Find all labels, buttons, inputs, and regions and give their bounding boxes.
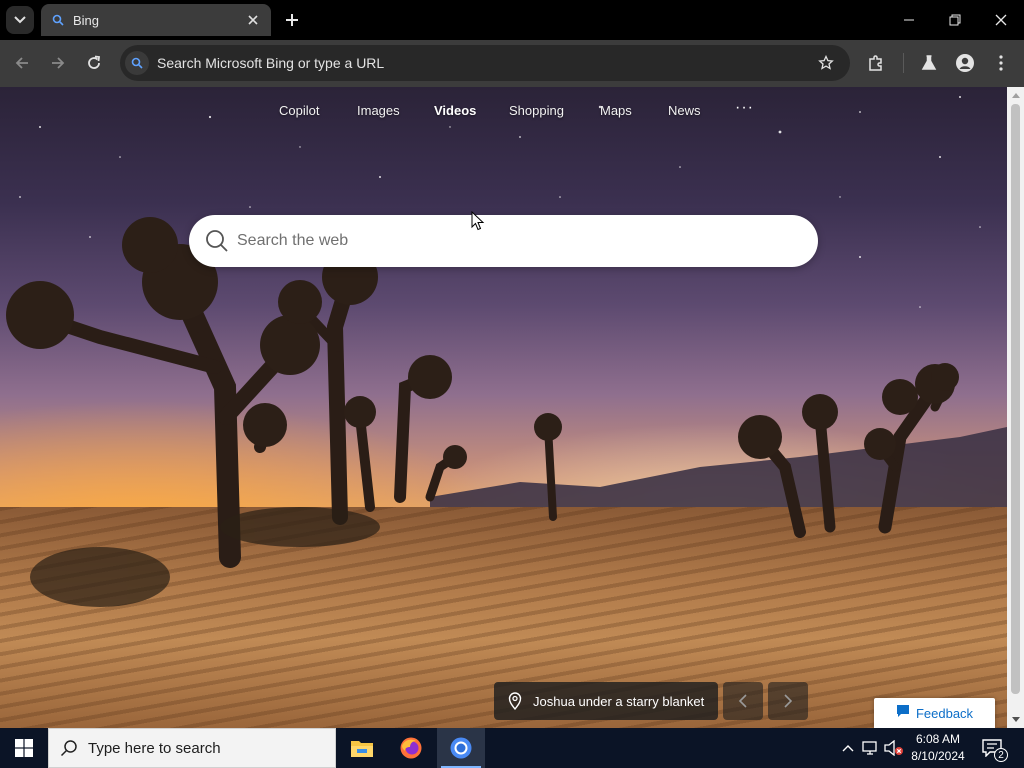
scrollbar-thumb[interactable] (1011, 104, 1020, 694)
forward-button[interactable] (44, 49, 72, 77)
clock-time: 6:08 AM (915, 732, 961, 746)
firefox-icon[interactable] (387, 728, 435, 768)
address-bar[interactable]: Search Microsoft Bing or type a URL (120, 45, 850, 81)
file-explorer-icon[interactable] (338, 728, 386, 768)
joshua-trees (6, 217, 959, 607)
reload-button[interactable] (80, 49, 108, 77)
system-clock[interactable]: 6:08 AM 8/10/2024 (905, 731, 971, 765)
volume-muted-icon[interactable] (884, 738, 904, 758)
new-tab-button[interactable] (281, 9, 303, 31)
bing-homepage: Copilot Images Videos Shopping Maps News… (0, 87, 1007, 728)
notification-count-badge: 2 (994, 748, 1008, 762)
feedback-icon (896, 704, 910, 723)
browser-menu-icon[interactable] (988, 50, 1014, 76)
title-bar: Bing (0, 0, 1024, 40)
restore-button[interactable] (932, 0, 978, 40)
mouse-cursor-icon (471, 211, 485, 231)
image-caption[interactable]: Joshua under a starry blanket (494, 682, 718, 720)
clock-date: 8/10/2024 (911, 749, 965, 763)
bing-favicon-icon (51, 13, 65, 27)
close-tab-icon[interactable] (245, 12, 261, 28)
search-engine-icon (125, 51, 149, 75)
next-image-button[interactable] (768, 682, 808, 720)
nav-maps[interactable]: Maps (600, 103, 632, 118)
feedback-label: Feedback (915, 705, 974, 721)
location-pin-icon (506, 692, 524, 710)
browser-toolbar: Search Microsoft Bing or type a URL (0, 40, 1024, 87)
start-button[interactable] (0, 728, 48, 768)
more-options-icon[interactable]: ··· (735, 99, 754, 117)
nav-copilot[interactable]: Copilot (279, 103, 319, 118)
show-hidden-icons-chevron-icon[interactable] (838, 738, 858, 758)
tab-search-button[interactable] (6, 6, 34, 34)
nav-news[interactable]: News (668, 103, 701, 118)
network-icon[interactable] (861, 738, 881, 758)
scroll-down-arrow-icon[interactable] (1007, 711, 1024, 728)
profile-avatar-icon[interactable] (952, 50, 978, 76)
nav-shopping[interactable]: Shopping (509, 103, 564, 118)
labs-flask-icon[interactable] (916, 50, 942, 76)
chrome-icon[interactable] (437, 728, 485, 768)
taskbar-search-icon (59, 738, 79, 758)
close-window-button[interactable] (978, 0, 1024, 40)
scroll-up-arrow-icon[interactable] (1007, 87, 1024, 104)
back-button[interactable] (8, 49, 36, 77)
feedback-button[interactable]: Feedback (874, 698, 995, 728)
extensions-icon[interactable] (863, 50, 889, 76)
page-scrollbar[interactable] (1007, 87, 1024, 728)
bookmark-star-icon[interactable] (814, 51, 838, 75)
search-icon[interactable] (203, 227, 231, 255)
nav-videos[interactable]: Videos (434, 103, 476, 118)
nav-images[interactable]: Images (357, 103, 400, 118)
tab-title: Bing (73, 12, 100, 28)
browser-tab[interactable]: Bing (41, 4, 271, 36)
toolbar-separator (903, 53, 904, 73)
bing-nav-bar: Copilot Images Videos Shopping Maps News… (0, 99, 1007, 121)
taskbar-search-box[interactable]: Type here to search (48, 728, 336, 768)
minimize-button[interactable] (886, 0, 932, 40)
windows-taskbar: Type here to search 6:08 AM 8/10/2024 2 (0, 728, 1024, 768)
bing-search-box[interactable] (189, 215, 818, 267)
caption-text: Joshua under a starry blanket (533, 693, 705, 709)
previous-image-button[interactable] (723, 682, 763, 720)
address-bar-text: Search Microsoft Bing or type a URL (157, 55, 385, 71)
taskbar-search-placeholder: Type here to search (88, 739, 221, 757)
windows-logo-icon (15, 739, 33, 757)
search-input[interactable] (237, 226, 797, 256)
notification-center-icon[interactable]: 2 (980, 736, 1008, 762)
